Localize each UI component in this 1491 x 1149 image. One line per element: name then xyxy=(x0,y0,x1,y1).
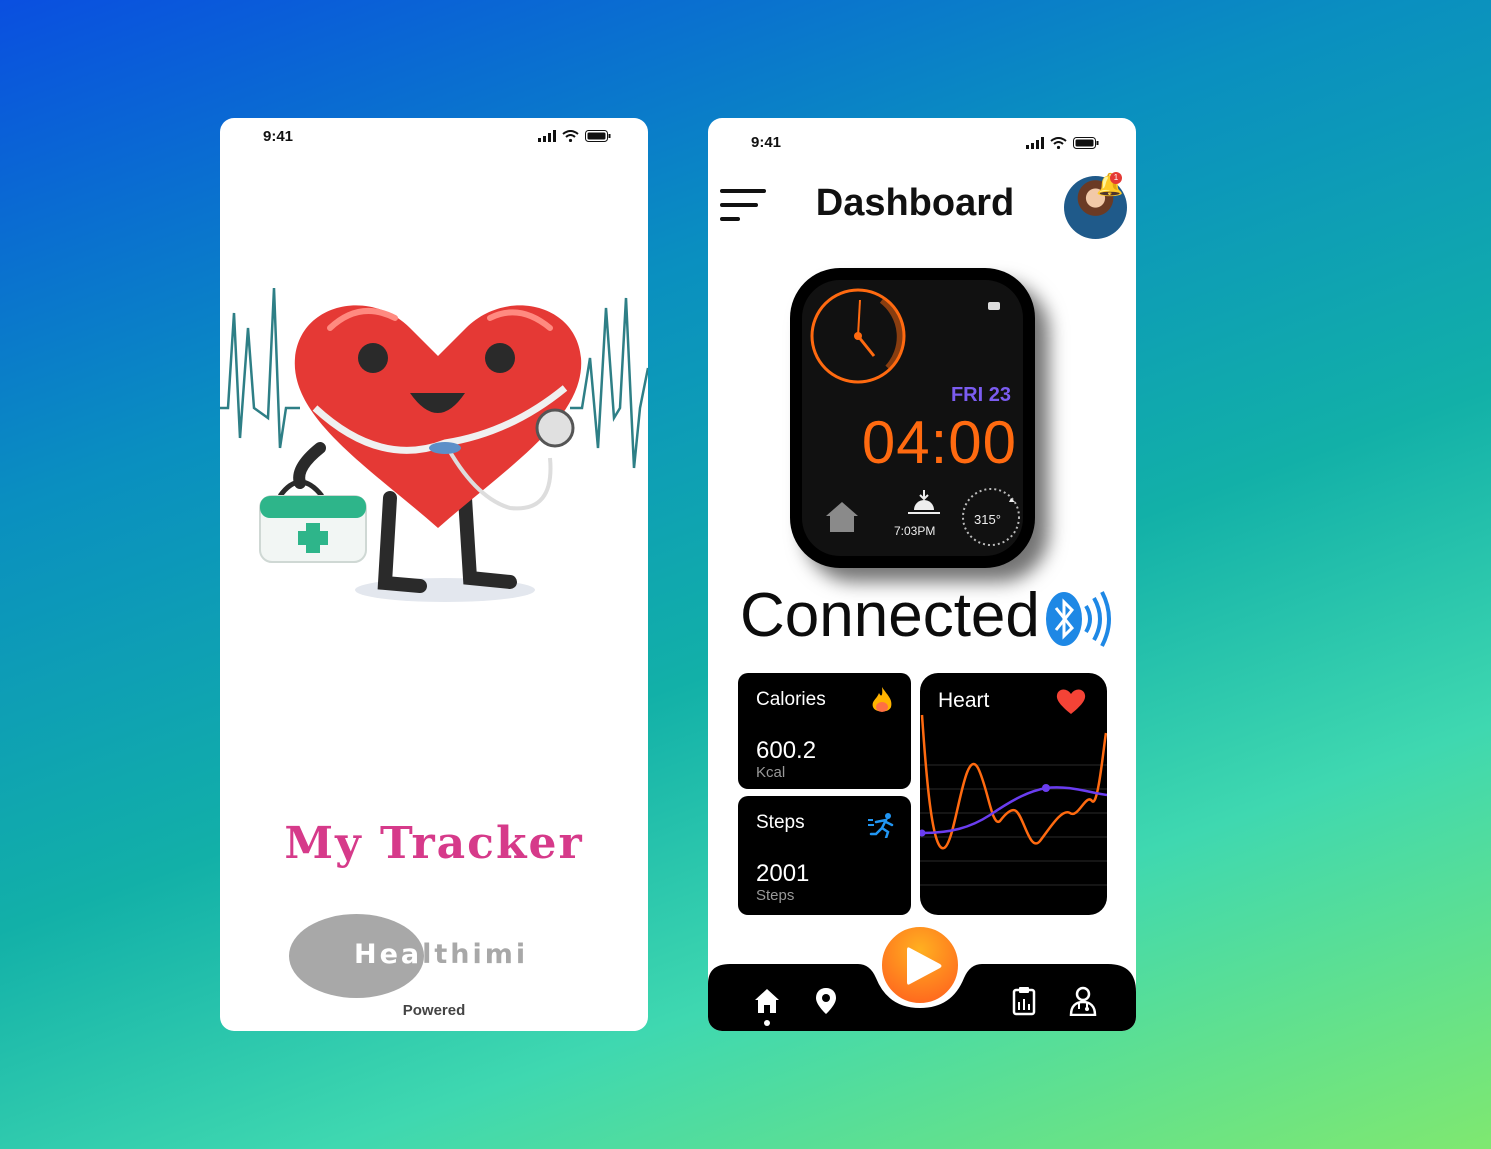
nav-clipboard-icon[interactable] xyxy=(1009,986,1039,1016)
bluetooth-icon[interactable] xyxy=(1044,588,1116,650)
heart-rate-chart xyxy=(920,714,1107,886)
steps-value: 2001 xyxy=(756,860,810,887)
signal-icon xyxy=(538,130,556,142)
battery-icon xyxy=(1073,137,1099,149)
wifi-icon xyxy=(562,130,579,142)
sunset-icon xyxy=(908,490,940,514)
play-button[interactable] xyxy=(878,923,962,1007)
heart-label: Heart xyxy=(938,689,990,712)
app-name: My Tracker xyxy=(284,818,584,869)
sunset-time: 7:03PM xyxy=(894,524,936,538)
watch-face: FRI 23 04:00 7:03PM 315° xyxy=(802,280,1023,556)
signal-icon xyxy=(1026,137,1044,149)
nav-active-indicator xyxy=(764,1020,770,1026)
running-icon xyxy=(868,813,894,838)
status-time: 9:41 xyxy=(263,128,294,145)
status-icons xyxy=(538,130,611,142)
compass-heading: 315° xyxy=(974,512,1001,527)
heart-icon xyxy=(1056,689,1086,714)
watch-time: 04:00 xyxy=(861,409,1017,476)
nav-home-icon[interactable] xyxy=(752,986,782,1016)
connection-status: Connected xyxy=(740,581,1040,650)
brand-logo-text: Healthimi xyxy=(354,939,529,970)
steps-unit: Steps xyxy=(756,887,795,904)
watch-battery-icon xyxy=(988,302,1000,310)
home-icon xyxy=(826,502,858,532)
battery-icon xyxy=(585,130,611,142)
status-time: 9:41 xyxy=(751,134,782,151)
play-icon xyxy=(907,947,942,985)
powered-label: Powered xyxy=(402,1002,466,1019)
heart-doctor-illustration xyxy=(220,287,648,602)
smartwatch: FRI 23 04:00 7:03PM 315° xyxy=(790,268,1035,568)
wifi-icon xyxy=(1050,137,1067,149)
calories-card[interactable]: Calories 600.2 Kcal xyxy=(738,673,911,789)
dashboard-screen: 9:41 Dashboard 🔔 1 FRI 23 04:00 7:03PM 3… xyxy=(708,118,1136,1031)
calories-label: Calories xyxy=(756,689,826,710)
nav-location-icon[interactable] xyxy=(811,986,841,1016)
watch-date: FRI 23 xyxy=(950,384,1011,406)
steps-card[interactable]: Steps 2001 Steps xyxy=(738,796,911,915)
notification-badge: 1 xyxy=(1110,172,1122,184)
splash-screen: 9:41 My Tracker Healthimi Powered xyxy=(220,118,648,1031)
calories-value: 600.2 xyxy=(756,737,817,764)
calories-unit: Kcal xyxy=(756,764,786,781)
fire-icon xyxy=(872,687,892,712)
analog-clock-icon xyxy=(810,288,906,384)
steps-label: Steps xyxy=(756,812,805,833)
heart-card[interactable]: Heart xyxy=(920,673,1107,915)
status-icons xyxy=(1026,137,1099,149)
nav-doctor-icon[interactable] xyxy=(1068,986,1098,1016)
page-title: Dashboard xyxy=(815,182,1015,224)
